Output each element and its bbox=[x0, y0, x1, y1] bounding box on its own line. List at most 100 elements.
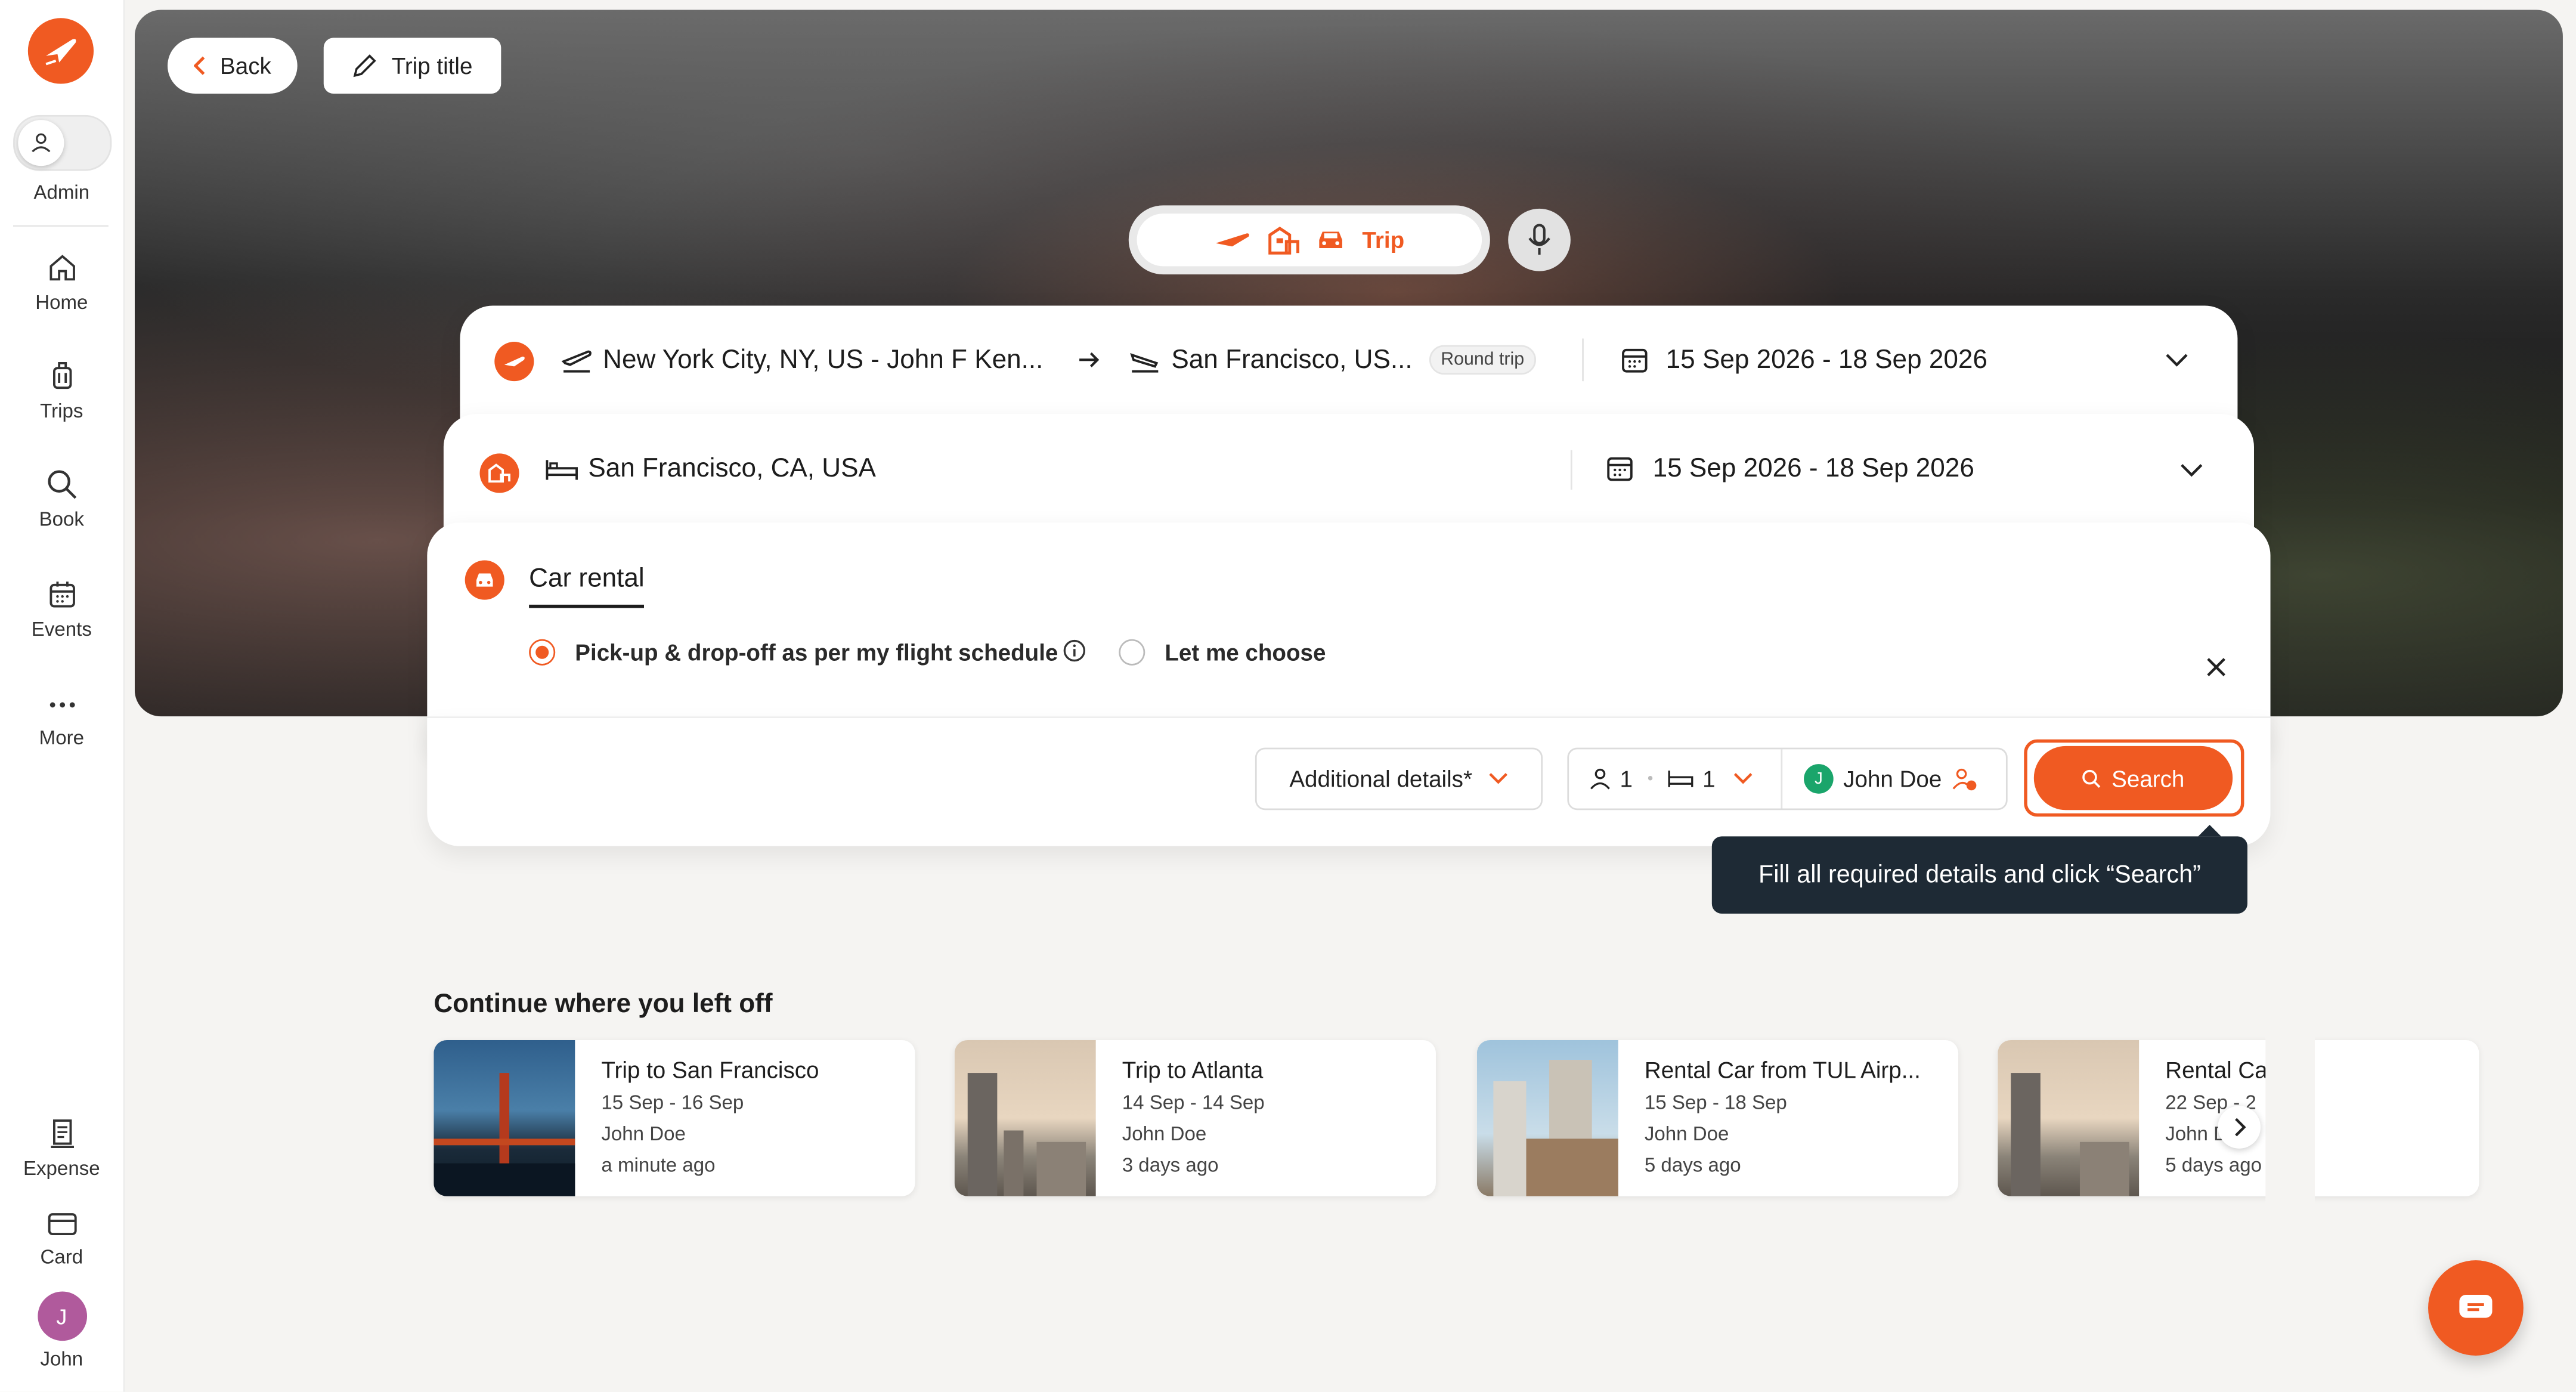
radio-flight-schedule[interactable] bbox=[529, 639, 556, 666]
recent-trip-text: Trip to Atlanta 14 Sep - 14 Sep John Doe… bbox=[1122, 1057, 1265, 1177]
trip-title-button[interactable]: Trip title bbox=[323, 38, 501, 94]
recent-trip-time: 5 days ago bbox=[2165, 1153, 2262, 1177]
calendar-icon bbox=[49, 581, 75, 608]
traveler-avatar: J bbox=[1804, 764, 1834, 794]
recent-trip-card[interactable]: Trip to Atlanta 14 Sep - 14 Sep John Doe… bbox=[954, 1040, 1436, 1196]
city-skyline-thumbnail bbox=[1998, 1040, 2140, 1196]
divider bbox=[1570, 450, 1572, 490]
sidebar-item-more[interactable]: More bbox=[0, 690, 123, 749]
landing-icon bbox=[1130, 353, 1159, 373]
recent-trip-title: Trip to San Francisco bbox=[601, 1056, 819, 1083]
chevron-down-icon bbox=[1489, 773, 1508, 784]
microphone-icon bbox=[1528, 224, 1550, 255]
additional-details-dropdown[interactable]: Additional details* bbox=[1255, 747, 1543, 811]
more-icon bbox=[49, 702, 75, 708]
info-icon[interactable] bbox=[1063, 639, 1086, 663]
search-tooltip: Fill all required details and click “Sea… bbox=[1711, 825, 2247, 914]
recent-trip-card[interactable]: Trip to San Francisco 15 Sep - 16 Sep Jo… bbox=[434, 1040, 915, 1196]
receipt-icon bbox=[50, 1119, 73, 1148]
recent-section-title: Continue where you left off bbox=[434, 991, 773, 1019]
carousel-edge bbox=[2265, 1019, 2315, 1216]
sidebar-item-label: Events bbox=[31, 617, 92, 641]
sidebar-user[interactable]: J John bbox=[0, 1291, 123, 1371]
plane-logo-icon bbox=[45, 39, 76, 66]
travelers-rooms-group: 1 • 1 J John Doe bbox=[1567, 747, 2008, 811]
recent-trip-time: 5 days ago bbox=[1644, 1153, 1741, 1177]
admin-user-icon bbox=[18, 120, 64, 166]
hotel-dates[interactable]: 15 Sep 2026 - 18 Sep 2026 bbox=[1653, 455, 1974, 485]
recent-trip-title: Rental Ca bbox=[2165, 1056, 2268, 1083]
search-icon bbox=[2083, 769, 2101, 787]
brand-logo[interactable] bbox=[27, 18, 94, 84]
recent-trip-person: John Doe bbox=[601, 1122, 686, 1146]
sidebar-item-label: More bbox=[39, 726, 84, 750]
car-icon bbox=[1319, 231, 1343, 249]
radio-let-me-choose-label[interactable]: Let me choose bbox=[1165, 639, 1326, 666]
recent-trip-person: John Doe bbox=[1122, 1122, 1207, 1146]
admin-toggle[interactable] bbox=[13, 115, 112, 171]
person-icon bbox=[1590, 768, 1610, 790]
hotel-marker-icon bbox=[479, 453, 519, 493]
sidebar-item-label: Book bbox=[39, 508, 84, 531]
recent-trip-time: a minute ago bbox=[601, 1153, 716, 1177]
carousel-next-button[interactable] bbox=[2218, 1106, 2261, 1149]
recent-trip-dates: 15 Sep - 18 Sep bbox=[1644, 1091, 1787, 1114]
search-label: Search bbox=[2111, 765, 2185, 791]
tab-car-rental[interactable]: Car rental bbox=[529, 565, 645, 608]
user-settings-icon bbox=[1952, 768, 1977, 791]
recent-trip-title: Trip to Atlanta bbox=[1122, 1056, 1264, 1083]
flight-dates[interactable]: 15 Sep 2026 - 18 Sep 2026 bbox=[1666, 347, 1987, 376]
bed-icon bbox=[546, 460, 578, 480]
luggage-icon bbox=[52, 361, 72, 389]
microphone-button[interactable] bbox=[1508, 208, 1571, 271]
traveler-selector[interactable]: J John Doe bbox=[1804, 764, 1978, 794]
mode-switch[interactable]: Trip bbox=[1128, 205, 1490, 275]
search-icon bbox=[47, 470, 76, 499]
recent-trip-text: Trip to San Francisco 15 Sep - 16 Sep Jo… bbox=[601, 1057, 819, 1177]
sidebar-divider bbox=[13, 225, 109, 227]
back-label: Back bbox=[220, 52, 271, 79]
hotel-location[interactable]: San Francisco, CA, USA bbox=[588, 455, 876, 485]
arrow-right-icon bbox=[1079, 352, 1100, 367]
recent-trip-person: John Doe bbox=[1644, 1122, 1729, 1146]
recent-trip-card[interactable]: Rental Car from TUL Airp... 15 Sep - 18 … bbox=[1476, 1040, 1959, 1196]
close-icon[interactable] bbox=[2206, 657, 2226, 677]
sidebar-item-expense[interactable]: Expense bbox=[0, 1117, 123, 1180]
recent-trip-time: 3 days ago bbox=[1122, 1153, 1219, 1177]
trip-type-badge[interactable]: Round trip bbox=[1429, 345, 1536, 375]
sidebar-item-card[interactable]: Card bbox=[0, 1210, 123, 1269]
flight-marker-icon bbox=[494, 342, 534, 382]
mode-switch-active[interactable]: Trip bbox=[1137, 214, 1482, 267]
chat-button[interactable] bbox=[2428, 1260, 2524, 1356]
recent-trip-dates: 14 Sep - 14 Sep bbox=[1122, 1091, 1265, 1114]
sidebar-user-label: John bbox=[40, 1347, 83, 1371]
back-button[interactable]: Back bbox=[168, 38, 298, 94]
sidebar-item-home[interactable]: Home bbox=[0, 252, 123, 314]
radio-flight-schedule-label[interactable]: Pick-up & drop-off as per my flight sche… bbox=[575, 639, 1058, 666]
recent-trip-text: Rental Car from TUL Airp... 15 Sep - 18 … bbox=[1645, 1057, 1921, 1177]
radio-let-me-choose[interactable] bbox=[1119, 639, 1145, 666]
flight-destination[interactable]: San Francisco, US... bbox=[1171, 347, 1412, 376]
rooms-count: 1 bbox=[1702, 765, 1716, 792]
sidebar-item-events[interactable]: Events bbox=[0, 579, 123, 641]
chevron-down-icon[interactable] bbox=[2180, 463, 2203, 478]
avatar: J bbox=[36, 1291, 86, 1341]
flight-origin[interactable]: New York City, NY, US - John F Ken... bbox=[603, 347, 1043, 376]
chevron-down-icon[interactable] bbox=[2165, 353, 2188, 368]
sidebar: Admin Home Trips Book Events More Expens… bbox=[0, 0, 125, 1392]
plane-icon bbox=[1216, 233, 1250, 247]
search-button[interactable]: Search bbox=[2033, 746, 2233, 811]
sidebar-item-trips[interactable]: Trips bbox=[0, 360, 123, 422]
city-skyline-thumbnail bbox=[954, 1040, 1096, 1196]
travelers-rooms-selector[interactable]: 1 • 1 bbox=[1589, 766, 1753, 792]
sidebar-item-book[interactable]: Book bbox=[0, 468, 123, 531]
hotel-icon bbox=[1268, 226, 1300, 255]
chevron-left-icon bbox=[193, 56, 205, 75]
travelers-count: 1 bbox=[1620, 765, 1633, 792]
home-icon bbox=[49, 255, 75, 281]
chevron-right-icon bbox=[2235, 1118, 2246, 1137]
calendar-icon bbox=[1622, 348, 1648, 373]
divider bbox=[1781, 749, 1783, 809]
recent-trip-title: Rental Car from TUL Airp... bbox=[1644, 1056, 1921, 1083]
trip-title-label: Trip title bbox=[391, 52, 473, 79]
